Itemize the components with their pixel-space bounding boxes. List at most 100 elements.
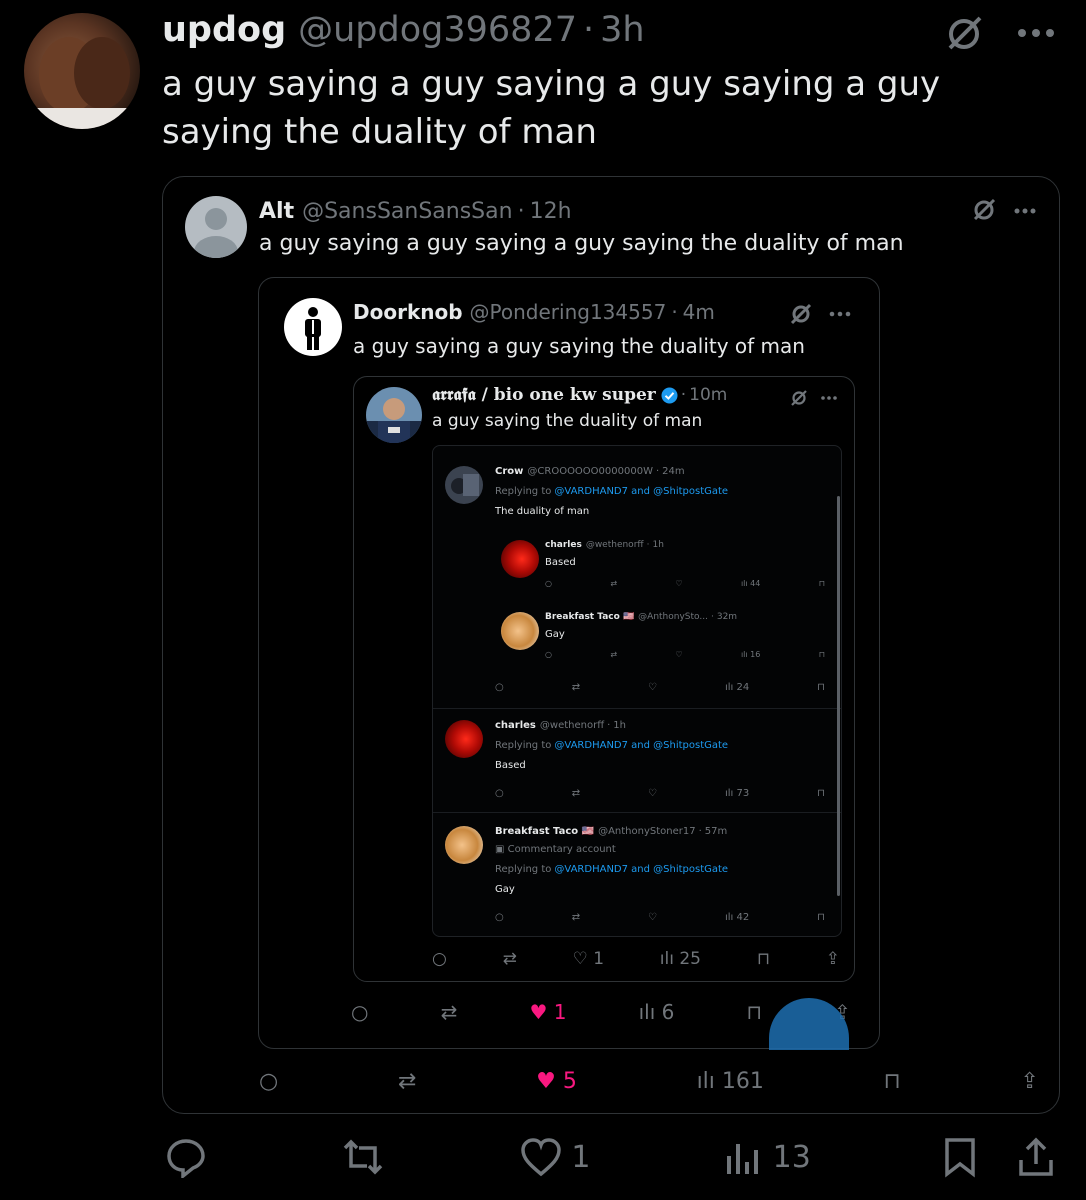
views-button[interactable]: ılı 44: [741, 579, 760, 588]
repost-icon[interactable]: ⇄: [503, 949, 517, 969]
repost-icon[interactable]: ⇄: [441, 1000, 458, 1024]
more-options-icon[interactable]: [820, 395, 838, 401]
repost-icon[interactable]: ⇄: [610, 579, 617, 588]
display-name[interactable]: Alt: [259, 199, 294, 224]
like-icon[interactable]: ♡: [648, 788, 657, 799]
views-button[interactable]: ılı 24: [725, 682, 749, 693]
reply-icon[interactable]: ○: [495, 682, 504, 693]
display-name[interactable]: Breakfast Taco 🇺🇸: [545, 612, 634, 622]
repost-icon[interactable]: ⇄: [572, 912, 580, 923]
handle[interactable]: @Pondering134557: [470, 300, 667, 324]
share-icon[interactable]: ⇪: [826, 949, 840, 969]
verified-badge-icon: [661, 387, 678, 404]
avatar-charles-nested[interactable]: [501, 540, 539, 578]
repost-icon[interactable]: ⇄: [572, 788, 580, 799]
like-icon[interactable]: ♡: [648, 912, 657, 923]
avatar-arrafa[interactable]: [366, 387, 422, 443]
repost-icon[interactable]: ⇄: [398, 1069, 416, 1094]
reply-icon[interactable]: ○: [432, 949, 447, 969]
action-bar: ○ ⇄ ♡ ılı 73 ⊓: [495, 788, 825, 799]
post-text: a guy saying a guy saying a guy saying a…: [162, 64, 941, 152]
reply-button[interactable]: [165, 1136, 207, 1178]
like-icon[interactable]: ♡: [648, 682, 657, 693]
avatar-taco-nested[interactable]: [501, 612, 539, 650]
quote-card-doorknob[interactable]: Doorknob @Pondering134557 · 4m a guy say…: [258, 277, 880, 1050]
grok-icon[interactable]: [971, 197, 997, 223]
like-button[interactable]: ♥ 5: [536, 1069, 577, 1094]
handle[interactable]: @CROOOOOO0000000W: [527, 466, 653, 477]
timestamp[interactable]: 3h: [600, 10, 644, 50]
timestamp[interactable]: 12h: [530, 199, 572, 224]
repost-icon[interactable]: ⇄: [610, 650, 617, 659]
bookmark-icon[interactable]: ⊓: [817, 788, 825, 799]
handle[interactable]: @wethenorff: [586, 540, 644, 550]
timestamp: 1h: [613, 720, 626, 731]
grok-icon[interactable]: [790, 389, 808, 407]
views-button[interactable]: ılı 161: [697, 1069, 764, 1094]
display-name[interactable]: charles: [495, 720, 536, 731]
views-button[interactable]: ılı 25: [660, 949, 701, 969]
replying-targets[interactable]: @VARDHAND7 and @ShitpostGate: [554, 740, 728, 751]
views-button[interactable]: ılı 73: [725, 788, 749, 799]
views-icon: [726, 1144, 758, 1174]
bookmark-icon[interactable]: ⊓: [819, 650, 825, 659]
views-button[interactable]: ılı 6: [639, 1000, 675, 1024]
bookmark-icon[interactable]: ⊓: [817, 682, 825, 693]
timestamp[interactable]: 4m: [683, 300, 715, 324]
replying-targets[interactable]: @VARDHAND7 and @ShitpostGate: [554, 486, 728, 497]
more-options-icon[interactable]: [1013, 207, 1037, 215]
like-icon[interactable]: ♡: [675, 579, 682, 588]
replying-targets[interactable]: @VARDHAND7 and @ShitpostGate: [554, 864, 728, 875]
like-button[interactable]: ♥ 1: [529, 1000, 566, 1024]
scrollbar[interactable]: [837, 496, 840, 896]
views-button[interactable]: ılı 42: [725, 912, 749, 923]
repost-button[interactable]: [339, 1136, 387, 1178]
more-options-icon[interactable]: [829, 310, 851, 318]
quote-card-alt[interactable]: Alt @SansSanSansSan · 12h a guy saying a…: [162, 176, 1060, 1114]
bookmark-icon[interactable]: ⊓: [817, 912, 825, 923]
bookmark-icon[interactable]: ⊓: [819, 579, 825, 588]
bookmark-icon[interactable]: [943, 1136, 977, 1178]
avatar-charles[interactable]: [445, 720, 483, 758]
like-button[interactable]: ♡ 1: [573, 949, 604, 969]
grok-icon[interactable]: [789, 302, 813, 326]
display-name[interactable]: updog: [162, 10, 286, 50]
reply-icon[interactable]: ○: [545, 650, 552, 659]
display-name[interactable]: charles: [545, 540, 582, 550]
reply-icon[interactable]: ○: [495, 912, 504, 923]
repost-icon[interactable]: ⇄: [572, 682, 580, 693]
bookmark-icon[interactable]: ⊓: [884, 1069, 901, 1094]
reply-icon[interactable]: ○: [351, 1000, 368, 1024]
grok-icon[interactable]: [944, 14, 984, 54]
action-bar: ○ ⇄ ♡ ılı 16 ⊓: [545, 650, 825, 659]
display-name[interactable]: 𝖆𝖗𝖗𝖆𝖋𝖆 / bio one kw super: [432, 385, 656, 405]
avatar-crow[interactable]: [445, 466, 483, 504]
like-button[interactable]: 1: [519, 1136, 590, 1178]
handle[interactable]: @AnthonyStoner17: [598, 826, 696, 837]
display-name[interactable]: Crow: [495, 466, 523, 477]
quoted-screenshot[interactable]: Crow @CROOOOOO0000000W · 24m Replying to…: [432, 445, 842, 937]
display-name[interactable]: Doorknob: [353, 300, 463, 324]
avatar-updog[interactable]: [24, 13, 140, 129]
handle[interactable]: @AnthonySto...: [638, 612, 708, 622]
avatar-taco[interactable]: [445, 826, 483, 864]
reply-icon[interactable]: ○: [495, 788, 504, 799]
views-button[interactable]: ılı 16: [741, 650, 760, 659]
quote-card-arrafa[interactable]: 𝖆𝖗𝖗𝖆𝖋𝖆 / bio one kw super · 10m a guy sa…: [353, 376, 855, 982]
reply-icon[interactable]: ○: [259, 1069, 278, 1094]
share-icon[interactable]: [1017, 1136, 1055, 1178]
display-name[interactable]: Breakfast Taco 🇺🇸: [495, 826, 594, 837]
more-options-icon[interactable]: [1016, 26, 1056, 40]
handle[interactable]: @SansSanSansSan: [302, 199, 512, 224]
views-button[interactable]: 13: [723, 1136, 811, 1178]
timestamp[interactable]: 10m: [689, 385, 727, 405]
avatar-doorknob[interactable]: [284, 298, 342, 356]
bookmark-icon[interactable]: ⊓: [746, 1000, 762, 1024]
reply-icon[interactable]: ○: [545, 579, 552, 588]
handle[interactable]: @updog396827: [298, 10, 577, 50]
like-icon[interactable]: ♡: [675, 650, 682, 659]
avatar-alt[interactable]: [185, 196, 247, 258]
bookmark-icon[interactable]: ⊓: [757, 949, 770, 969]
share-icon[interactable]: ⇪: [1021, 1069, 1039, 1094]
handle[interactable]: @wethenorff: [540, 720, 604, 731]
